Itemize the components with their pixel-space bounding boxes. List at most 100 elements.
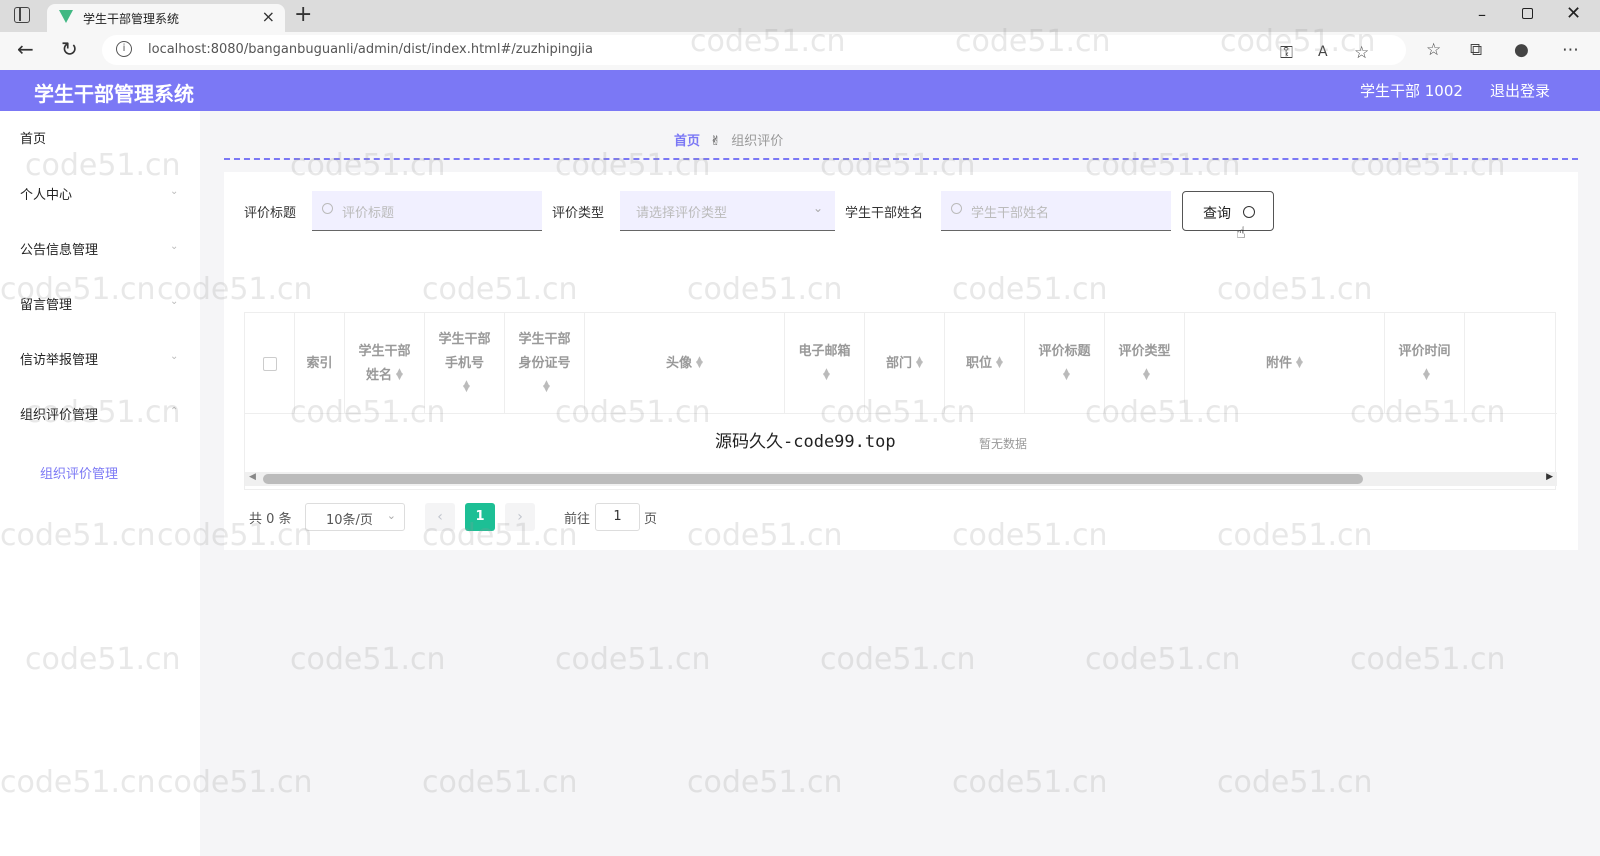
back-icon[interactable]: ← xyxy=(17,37,34,61)
add-favorite-icon[interactable]: ☆ xyxy=(1354,43,1369,63)
col-eval-time-label: 评价时间 xyxy=(1398,343,1451,359)
restore-icon[interactable] xyxy=(1522,8,1533,19)
col-email[interactable]: 电子邮箱 ▲ ▼ xyxy=(785,313,865,414)
search-icon xyxy=(951,203,962,214)
chevron-down-icon: ⌄ xyxy=(170,186,179,197)
sort-icon[interactable]: ▲ ▼ xyxy=(696,356,703,370)
col-idcard[interactable]: 学生干部 身份证号 ▲ ▼ xyxy=(505,313,585,414)
scroll-left-icon[interactable]: ◀ xyxy=(249,472,256,482)
col-eval-title[interactable]: 评价标题 ▲ ▼ xyxy=(1025,313,1105,414)
scroll-right-icon[interactable]: ▶ xyxy=(1546,472,1553,482)
sidebar-item-announcements[interactable]: 公告信息管理 xyxy=(20,239,180,258)
search-icon xyxy=(322,203,333,214)
more-icon[interactable]: ⋯ xyxy=(1562,40,1579,60)
favorites-icon[interactable]: ☆ xyxy=(1426,40,1441,60)
sidebar-item-org-evaluation[interactable]: 组织评价管理 xyxy=(20,404,180,423)
sort-icon[interactable]: ▲ ▼ xyxy=(463,380,470,394)
breadcrumb-divider xyxy=(224,158,1578,160)
sidebar-subitem-org-evaluation[interactable]: 组织评价管理 xyxy=(40,463,118,482)
col-avatar[interactable]: 头像 ▲ ▼ xyxy=(585,313,785,414)
profile-icon[interactable]: ● xyxy=(1514,40,1529,60)
title-filter-placeholder: 评价标题 xyxy=(342,206,395,221)
next-page-button[interactable]: › xyxy=(505,503,535,531)
address-bar-row: ← ↻ i localhost:8080/banganbuguanli/admi… xyxy=(0,32,1600,70)
scrollbar-thumb[interactable] xyxy=(263,474,1363,484)
col-eval-type[interactable]: 评价类型 ▲ ▼ xyxy=(1105,313,1185,414)
logout-link[interactable]: 退出登录 xyxy=(1490,80,1550,101)
col-name-label-2: 姓名 xyxy=(366,367,393,383)
watermark-text: code51.cn xyxy=(555,642,711,677)
empty-state-text: 暂无数据 xyxy=(979,437,1028,451)
sort-icon[interactable]: ▲ ▼ xyxy=(543,380,550,394)
horizontal-scrollbar[interactable]: ◀ ▶ xyxy=(245,472,1557,486)
title-filter-input[interactable]: 评价标题 xyxy=(312,191,542,231)
watermark-text: code51.cn xyxy=(290,642,446,677)
sort-icon[interactable]: ▲ ▼ xyxy=(1143,368,1150,382)
watermark-text: code51.cn xyxy=(1350,642,1506,677)
type-filter-placeholder: 请选择评价类型 xyxy=(636,206,728,221)
type-filter-select[interactable]: 请选择评价类型 ⌄ xyxy=(620,191,835,231)
breadcrumb: 首页 ✌ 组织评价 xyxy=(674,130,783,149)
sidebar-item-messages[interactable]: 留言管理 xyxy=(20,294,180,313)
breadcrumb-home[interactable]: 首页 xyxy=(674,134,700,149)
url-field[interactable]: i localhost:8080/banganbuguanli/admin/di… xyxy=(102,35,1406,65)
url-text[interactable]: localhost:8080/banganbuguanli/admin/dist… xyxy=(148,42,593,57)
tab-actions-icon[interactable] xyxy=(14,7,30,23)
page-size-select[interactable]: 10条/页 ⌄ xyxy=(305,503,405,531)
pagination-total: 共 0 条 xyxy=(249,512,292,527)
reload-icon[interactable]: ↻ xyxy=(61,37,78,61)
col-position-label: 职位 xyxy=(966,355,993,371)
new-tab-icon[interactable]: + xyxy=(294,2,312,27)
search-button-label: 查询 xyxy=(1203,206,1231,222)
prev-page-button[interactable]: ‹ xyxy=(425,503,455,531)
browser-tab[interactable]: 学生干部管理系统 × xyxy=(47,4,285,32)
watermark-text: code51.cn xyxy=(820,642,976,677)
col-department[interactable]: 部门 ▲ ▼ xyxy=(865,313,945,414)
col-phone-label-1: 学生干部 xyxy=(438,331,491,347)
select-all-checkbox[interactable] xyxy=(262,356,277,371)
goto-page-input[interactable]: 1 xyxy=(595,503,640,531)
col-phone[interactable]: 学生干部手机号 ▲ ▼ xyxy=(425,313,505,414)
col-avatar-label: 头像 xyxy=(666,355,693,371)
read-aloud-icon[interactable]: A xyxy=(1318,44,1328,60)
sort-icon[interactable]: ▲ ▼ xyxy=(1063,368,1070,382)
sort-icon[interactable]: ▲ ▼ xyxy=(1296,356,1303,370)
col-phone-label-2: 手机号 xyxy=(444,355,484,371)
breadcrumb-current: 组织评价 xyxy=(731,134,784,149)
col-eval-type-label: 评价类型 xyxy=(1118,343,1171,359)
chevron-down-icon: ⌄ xyxy=(170,351,179,362)
window-close-icon[interactable]: ✕ xyxy=(1566,3,1581,24)
name-filter-input[interactable]: 学生干部姓名 xyxy=(941,191,1171,231)
watermark-text: code51.cn xyxy=(422,765,578,800)
sort-icon[interactable]: ▲ ▼ xyxy=(396,368,403,382)
col-eval-time[interactable]: 评价时间 ▲ ▼ xyxy=(1385,313,1465,414)
col-name[interactable]: 学生干部姓名 ▲ ▼ xyxy=(345,313,425,414)
sidebar-item-home[interactable]: 首页 xyxy=(20,128,180,147)
current-user: 学生干部 1002 xyxy=(1360,82,1463,100)
watermark-text: code51.cn xyxy=(1217,765,1373,800)
sort-icon[interactable]: ▲ ▼ xyxy=(916,356,923,370)
key-icon[interactable]: ⚿ xyxy=(1280,43,1293,63)
sort-icon[interactable]: ▲ ▼ xyxy=(996,356,1003,370)
col-name-label-1: 学生干部 xyxy=(358,343,411,359)
col-position[interactable]: 职位 ▲ ▼ xyxy=(945,313,1025,414)
browser-tab-bar: 学生干部管理系统 × + – ✕ xyxy=(0,0,1600,32)
site-info-icon[interactable]: i xyxy=(116,41,132,57)
sidebar-item-petitions[interactable]: 信访举报管理 xyxy=(20,349,180,368)
chevron-down-icon: ⌄ xyxy=(812,201,823,215)
col-department-label: 部门 xyxy=(886,355,913,371)
col-attachment[interactable]: 附件 ▲ ▼ xyxy=(1185,313,1385,414)
col-index-label: 索引 xyxy=(306,355,333,371)
minimize-icon[interactable]: – xyxy=(1478,5,1486,24)
page-button-current[interactable]: 1 xyxy=(465,503,495,531)
chevron-up-icon: ⌃ xyxy=(170,406,179,417)
sidebar-item-personal-center[interactable]: 个人中心 xyxy=(20,184,180,203)
source-watermark: 源码久久-code99.top xyxy=(715,432,896,452)
sort-icon[interactable]: ▲ ▼ xyxy=(823,368,830,382)
search-button[interactable]: 查询 xyxy=(1182,191,1274,231)
sort-icon[interactable]: ▲ ▼ xyxy=(1423,368,1430,382)
collections-icon[interactable]: ⧉ xyxy=(1470,40,1482,60)
name-filter-label: 学生干部姓名 xyxy=(845,206,924,221)
page-unit-label: 页 xyxy=(644,512,658,527)
tab-close-icon[interactable]: × xyxy=(262,7,275,26)
